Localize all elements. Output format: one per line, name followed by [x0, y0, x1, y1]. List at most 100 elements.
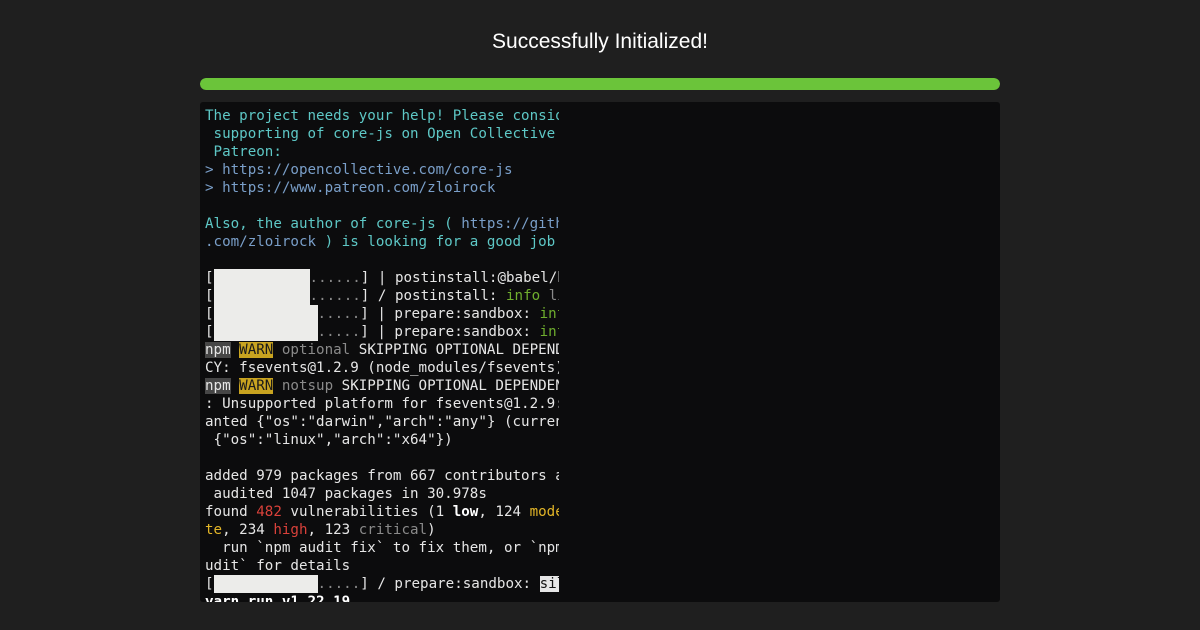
page-title: Successfully Initialized! — [492, 30, 708, 53]
terminal-text: WARN — [239, 378, 274, 394]
terminal-line: yarn run v1.22.19 — [205, 593, 559, 602]
terminal-line: Also, the author of core-js ( https://gi… — [205, 215, 559, 233]
progress-block — [213, 575, 318, 593]
terminal-text: info — [506, 288, 541, 304]
terminal-text: ] / postinstall: — [360, 288, 507, 304]
terminal-text: low — [452, 504, 479, 520]
terminal-line: : Unsupported platform for fsevents@1.2.… — [205, 395, 559, 413]
terminal-text: [ — [205, 306, 214, 322]
terminal-text: , 124 — [478, 504, 530, 520]
terminal-text: optional — [281, 342, 351, 358]
terminal-line: udit` for details — [205, 557, 559, 575]
terminal-line: supporting of core-js on Open Collective… — [205, 125, 559, 143]
terminal-line: [.....] / prepare:sandbox: sill — [205, 575, 559, 593]
terminal-text: {"os":"linux","arch":"x64"}) — [205, 432, 453, 448]
terminal-text: ) — [427, 522, 436, 538]
terminal-line: [......] / postinstall: info lif — [205, 287, 559, 305]
terminal-line: run `npm audit fix` to fix them, or `npm… — [205, 539, 559, 557]
terminal-line: te, 234 high, 123 critical) — [205, 521, 559, 539]
terminal-line: > https://www.patreon.com/zloirock — [205, 179, 559, 197]
terminal-text: > https://opencollective.com/core-js — [205, 162, 513, 178]
terminal-text: [ — [205, 288, 214, 304]
terminal-line: anted {"os":"darwin","arch":"any"} (curr… — [205, 413, 559, 431]
terminal-text: [ — [205, 270, 214, 286]
terminal-text: npm — [205, 378, 231, 394]
terminal-text: ..... — [317, 576, 361, 592]
terminal-text: ] | prepare:sandbox: — [360, 306, 540, 322]
terminal-text: , 234 — [222, 522, 274, 538]
progress-block — [213, 323, 318, 341]
terminal-text: added 979 packages from 667 contributors… — [205, 468, 559, 484]
terminal-text: [ — [205, 324, 214, 340]
terminal-text: lif — [548, 288, 559, 304]
terminal-text: CY: fsevents@1.2.9 (node_modules/fsevent… — [205, 360, 559, 376]
terminal-text: npm — [205, 342, 231, 358]
terminal-line: added 979 packages from 667 contributors… — [205, 467, 559, 485]
terminal-line: {"os":"linux","arch":"x64"}) — [205, 431, 559, 449]
terminal-output[interactable]: The project needs your help! Please cons… — [200, 102, 1000, 602]
terminal-text: notsup — [281, 378, 334, 394]
terminal-text: te — [205, 522, 223, 538]
terminal-text: https://github — [461, 216, 559, 232]
terminal-text: udit` for details — [205, 558, 351, 574]
terminal-text: SKIPPING OPTIONAL DEPENDEN — [350, 342, 559, 358]
terminal-text: info — [539, 324, 559, 340]
terminal-line: npm WARN optional SKIPPING OPTIONAL DEPE… — [205, 341, 559, 359]
terminal-text: ] | prepare:sandbox: — [360, 324, 540, 340]
terminal-text: The project needs your help! Please cons… — [205, 108, 559, 124]
progress-block — [213, 269, 310, 287]
terminal-text: anted {"os":"darwin","arch":"any"} (curr… — [205, 414, 559, 430]
terminal-line: found 482 vulnerabilities (1 low, 124 mo… — [205, 503, 559, 521]
terminal-text: critical — [358, 522, 428, 538]
terminal-text: sill — [539, 576, 559, 592]
terminal-line: audited 1047 packages in 30.978s — [205, 485, 559, 503]
terminal-text: WARN — [239, 342, 274, 358]
terminal-text: audited 1047 packages in 30.978s — [205, 486, 487, 502]
terminal-line: npm WARN notsup SKIPPING OPTIONAL DEPEND… — [205, 377, 559, 395]
terminal-text: .com/zloirock — [205, 234, 317, 250]
terminal-text: found — [205, 504, 257, 520]
progress-block — [213, 305, 318, 323]
progress-block — [213, 287, 310, 305]
terminal-line: Patreon: — [205, 143, 559, 161]
terminal-line: The project needs your help! Please cons… — [205, 107, 559, 125]
terminal-text: modera — [529, 504, 559, 520]
terminal-text: high — [273, 522, 308, 538]
terminal-text: ] | postinstall:@babel/he — [360, 270, 559, 286]
terminal-line: CY: fsevents@1.2.9 (node_modules/fsevent… — [205, 359, 559, 377]
terminal-line: [......] | postinstall:@babel/he — [205, 269, 559, 287]
terminal-text: vulnerabilities (1 — [281, 504, 453, 520]
progress-bar — [200, 78, 1000, 90]
progress-fill — [200, 78, 1000, 90]
terminal-line: [.....] | prepare:sandbox: info — [205, 305, 559, 323]
terminal-text: ..... — [317, 324, 361, 340]
terminal-line: > https://opencollective.com/core-js — [205, 161, 559, 179]
terminal-line: [.....] | prepare:sandbox: info — [205, 323, 559, 341]
terminal-text: , 123 — [307, 522, 359, 538]
terminal-text: ...... — [309, 270, 361, 286]
terminal-text: supporting of core-js on Open Collective… — [205, 126, 559, 142]
terminal-text: run `npm audit fix` to fix them, or `npm… — [205, 540, 559, 556]
terminal-text: ...... — [309, 288, 361, 304]
terminal-text: Also, the author of core-js ( — [205, 216, 462, 232]
terminal-text: > https://www.patreon.com/zloirock — [205, 180, 496, 196]
terminal-text: ] / prepare:sandbox: — [360, 576, 540, 592]
terminal-text: [ — [205, 576, 214, 592]
terminal-line: .com/zloirock ) is looking for a good jo… — [205, 233, 559, 251]
terminal-lines: The project needs your help! Please cons… — [205, 107, 559, 602]
terminal-text: ..... — [317, 306, 361, 322]
terminal-text: info — [539, 306, 559, 322]
terminal-text: 482 — [256, 504, 282, 520]
terminal-text: : Unsupported platform for fsevents@1.2.… — [205, 396, 559, 412]
terminal-text: Patreon: — [205, 144, 282, 160]
terminal-text: yarn run v1.22.19 — [205, 594, 351, 602]
terminal-text: ) is looking for a good job -) — [316, 234, 559, 250]
terminal-text: SKIPPING OPTIONAL DEPENDENCY — [333, 378, 559, 394]
